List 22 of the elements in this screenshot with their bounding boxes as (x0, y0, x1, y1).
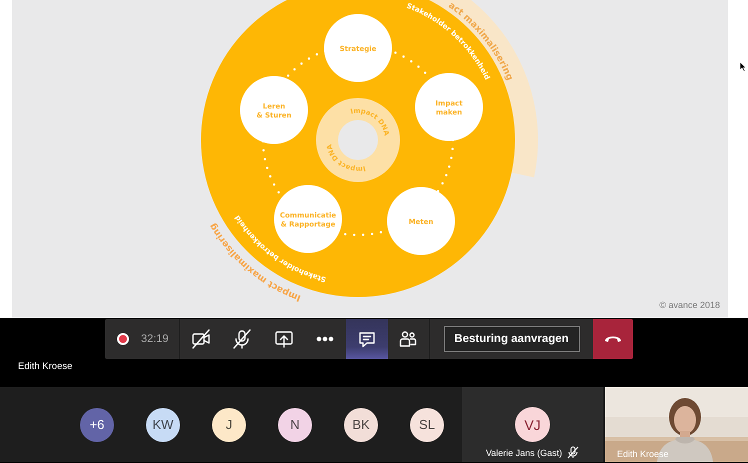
microphone-off-icon (231, 328, 254, 350)
camera-off-icon (190, 328, 212, 350)
participant-avatar: +6 (80, 408, 114, 442)
participant-avatar: N (278, 408, 312, 442)
participant-avatar: SL (410, 408, 444, 442)
participant-name: Edith Kroese (617, 449, 669, 459)
participant-avatar: J (212, 408, 246, 442)
more-icon (316, 336, 334, 342)
participant-name: Valerie Jans (Gast) (486, 448, 562, 458)
node-circle (240, 76, 308, 144)
node-circle (387, 187, 455, 255)
call-timer: 32:19 (141, 333, 169, 345)
copyright-text: © avance 2018 (659, 300, 720, 310)
phone-icon (603, 334, 623, 344)
request-control-button[interactable]: Besturing aanvragen (444, 326, 580, 352)
participant-avatar: VJ (515, 407, 550, 442)
node-circle (324, 14, 392, 82)
chat-button[interactable] (346, 319, 388, 359)
participant-avatar: KW (146, 408, 180, 442)
participant-avatar: BK (344, 408, 378, 442)
presenter-name: Edith Kroese (18, 360, 72, 374)
hang-up-button[interactable] (593, 319, 633, 359)
